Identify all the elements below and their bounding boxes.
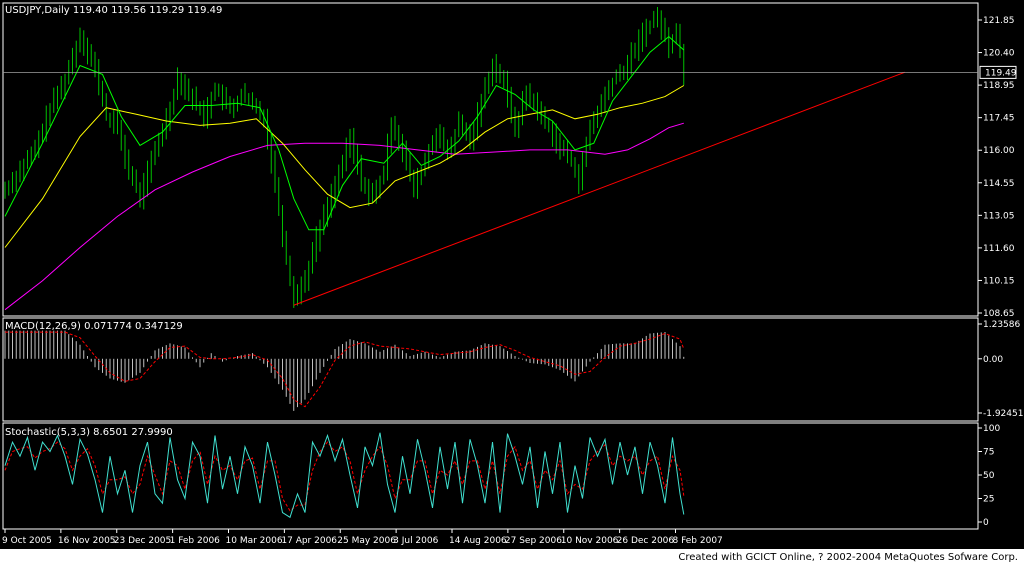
date-tick-label: 8 Feb 2007 [673,536,723,546]
date-tick-label: 17 Apr 2006 [281,536,337,546]
date-tick-label: 10 Mar 2006 [226,536,283,546]
date-tick-label: 27 Sep 2006 [505,536,562,546]
price-tick-label: 117.45 [983,114,1015,124]
price-tick-label: 111.60 [983,244,1015,254]
current-price-label: 119.49 [985,68,1017,78]
macd-tick-label: -1.92451 [983,409,1023,419]
date-tick-label: 10 Nov 2006 [561,536,619,546]
stochastic-tick-label: 25 [983,495,994,505]
price-tick-label: 113.05 [983,211,1015,221]
price-pane-header: USDJPY,Daily 119.40 119.56 119.29 119.49 [5,5,222,16]
trading-chart: 121.85 120.40 118.95 117.45 116.00 114.55 113.… [0,0,1024,549]
price-tick-label: 120.40 [983,49,1015,59]
price-tick-label: 118.95 [983,81,1015,91]
date-tick-label: 14 Aug 2006 [449,536,507,546]
price-tick-label: 121.85 [983,16,1015,26]
price-tick-label: 108.65 [983,309,1015,319]
date-tick-label: 25 May 2006 [337,536,396,546]
stochastic-pane-header: Stochastic(5,3,3) 8.6501 27.9990 [5,427,173,438]
date-tick-label: 3 Jul 2006 [393,536,438,546]
price-tick-label: 116.00 [983,146,1015,156]
macd-pane-header: MACD(12,26,9) 0.071774 0.347129 [5,321,183,332]
macd-tick-label: 1.23586 [983,320,1020,330]
price-tick-label: 114.55 [983,179,1015,189]
stochastic-tick-label: 0 [983,518,989,528]
macd-tick-label: 0.00 [983,355,1003,365]
date-tick-label: 26 Dec 2006 [617,536,675,546]
price-tick-label: 110.15 [983,276,1015,286]
date-tick-label: 16 Nov 2005 [58,536,116,546]
date-tick-label: 1 Feb 2006 [170,536,221,546]
date-tick-label: 9 Oct 2005 [2,536,52,546]
stochastic-tick-label: 100 [983,424,1000,434]
stochastic-tick-label: 50 [983,471,995,481]
date-tick-label: 23 Dec 2005 [114,536,172,546]
footer-credit: Created with GCICT Online, ? 2002-2004 M… [678,552,1018,563]
chart-background [0,0,1024,549]
stochastic-tick-label: 75 [983,448,994,458]
